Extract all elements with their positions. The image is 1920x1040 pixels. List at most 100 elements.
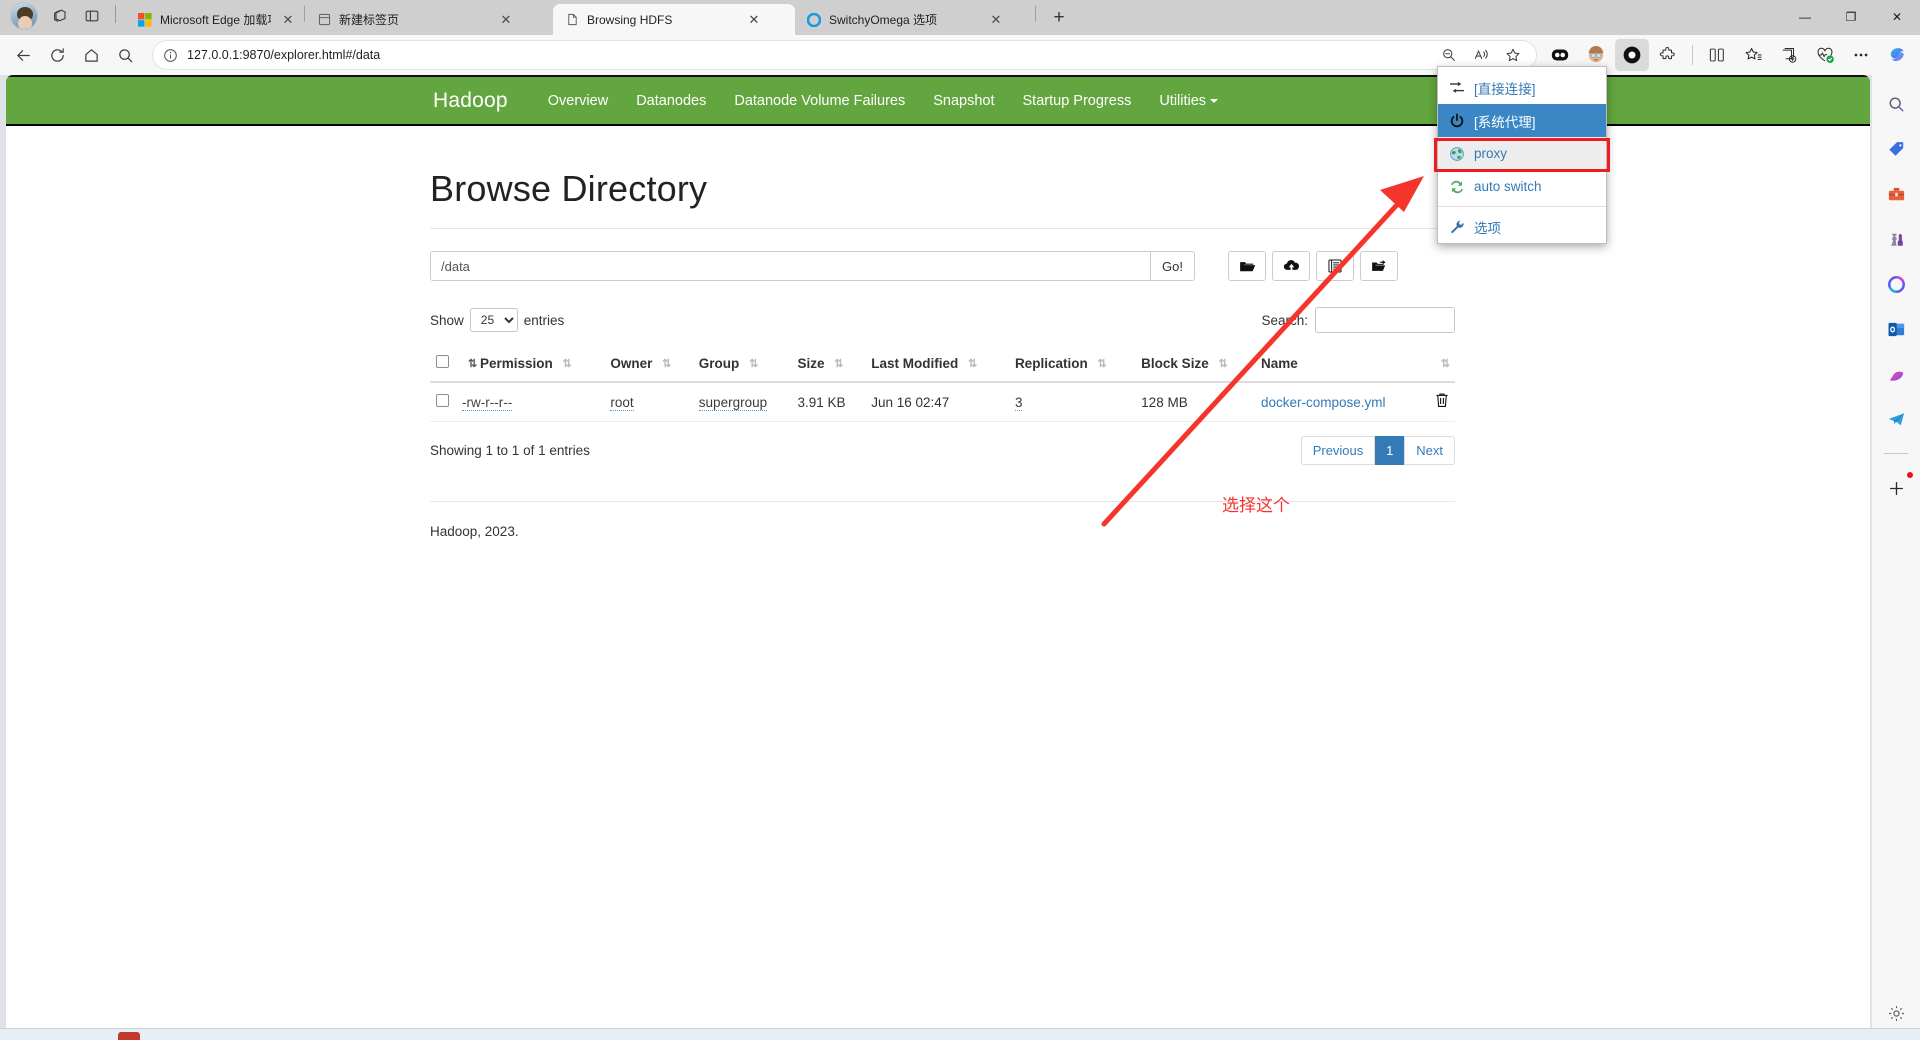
back-arrow-icon[interactable] xyxy=(6,39,40,71)
search-control: Search: xyxy=(1261,307,1455,333)
file-name-link[interactable]: docker-compose.yml xyxy=(1261,395,1386,410)
column-block-size-label: Block Size xyxy=(1141,356,1209,371)
tab-close-icon[interactable]: ✕ xyxy=(278,10,298,30)
create-directory-button[interactable] xyxy=(1228,251,1266,281)
search-input[interactable] xyxy=(1315,307,1455,333)
sort-icon[interactable]: ⇅ xyxy=(1441,357,1450,370)
tab-close-icon[interactable]: ✕ xyxy=(986,10,1006,30)
menu-item-proxy[interactable]: proxy xyxy=(1438,137,1606,170)
zoom-out-icon[interactable] xyxy=(1434,42,1464,68)
owner-value[interactable]: root xyxy=(610,394,634,411)
trash-icon[interactable] xyxy=(1435,393,1449,412)
search-icon[interactable] xyxy=(108,39,142,71)
browser-essentials-icon[interactable] xyxy=(1808,39,1842,71)
switchyomega-toolbar-icon[interactable] xyxy=(1615,39,1649,71)
next-page-button[interactable]: Next xyxy=(1404,436,1455,465)
sort-icon[interactable]: ⇅ xyxy=(468,357,477,370)
menu-item-system-proxy[interactable]: [系统代理] xyxy=(1438,104,1606,137)
games-icon[interactable] xyxy=(1881,224,1911,254)
tab-copilot-icon[interactable] xyxy=(45,2,75,30)
replication-value[interactable]: 3 xyxy=(1014,394,1023,411)
select-all-checkbox[interactable] xyxy=(436,355,449,368)
copilot-icon[interactable] xyxy=(1880,39,1914,71)
url-text: 127.0.0.1:9870/explorer.html#/data xyxy=(187,48,381,62)
nav-link-snapshot[interactable]: Snapshot xyxy=(919,93,1008,109)
new-tab-page-icon xyxy=(316,12,332,28)
read-aloud-icon[interactable] xyxy=(1466,42,1496,68)
outlook-icon[interactable] xyxy=(1881,314,1911,344)
browser-tab[interactable]: 新建标签页 ✕ xyxy=(305,4,553,35)
profile-avatar[interactable] xyxy=(10,2,38,30)
nav-link-startup-progress[interactable]: Startup Progress xyxy=(1009,93,1146,109)
column-replication[interactable]: Replication ⇅ xyxy=(1008,347,1136,383)
close-button[interactable]: ✕ xyxy=(1874,0,1920,33)
sort-icon[interactable]: ⇅ xyxy=(968,357,977,370)
home-icon[interactable] xyxy=(74,39,108,71)
menu-item-direct-connection[interactable]: [直接连接] xyxy=(1438,71,1606,104)
snapshot-button[interactable] xyxy=(1316,251,1354,281)
new-tab-button[interactable]: + xyxy=(1044,4,1074,32)
sort-icon[interactable]: ⇅ xyxy=(749,357,758,370)
table-row[interactable]: -rw-r--r-- root supergroup 3.91 KB Jun 1… xyxy=(430,382,1455,422)
column-owner[interactable]: Owner ⇅ xyxy=(604,347,693,383)
tab-close-icon[interactable]: ✕ xyxy=(744,10,764,30)
column-group[interactable]: Group ⇅ xyxy=(692,347,792,383)
address-bar[interactable]: 127.0.0.1:9870/explorer.html#/data xyxy=(152,40,1537,70)
sort-icon[interactable]: ⇅ xyxy=(1218,357,1227,370)
favorites-icon[interactable] xyxy=(1736,39,1770,71)
menu-item-label: 选项 xyxy=(1474,220,1501,236)
settings-more-icon[interactable] xyxy=(1844,39,1878,71)
sort-icon[interactable]: ⇅ xyxy=(662,357,671,370)
refresh-icon[interactable] xyxy=(40,39,74,71)
split-screen-icon[interactable] xyxy=(1700,39,1734,71)
search-icon[interactable] xyxy=(1881,89,1911,119)
tab-close-icon[interactable]: ✕ xyxy=(496,10,516,30)
hadoop-brand[interactable]: Hadoop xyxy=(433,89,508,113)
microsoft-365-icon[interactable] xyxy=(1881,269,1911,299)
page-1-button[interactable]: 1 xyxy=(1375,436,1405,465)
telegram-icon[interactable] xyxy=(1881,404,1911,434)
column-permission[interactable]: ⇅ Permission ⇅ xyxy=(456,347,605,383)
group-value[interactable]: supergroup xyxy=(698,394,768,411)
shopping-tag-icon[interactable] xyxy=(1881,134,1911,164)
tools-briefcase-icon[interactable] xyxy=(1881,179,1911,209)
go-button[interactable]: Go! xyxy=(1150,251,1195,281)
nav-link-overview[interactable]: Overview xyxy=(534,93,622,109)
column-name[interactable]: Name xyxy=(1254,347,1423,383)
browser-tab[interactable]: SwitchyOmega 选项 ✕ xyxy=(795,4,1035,35)
designer-icon[interactable] xyxy=(1881,359,1911,389)
sort-icon[interactable]: ⇅ xyxy=(834,357,843,370)
nav-link-datanode-volume-failures[interactable]: Datanode Volume Failures xyxy=(720,93,919,109)
maximize-button[interactable]: ❐ xyxy=(1828,0,1874,33)
sort-icon[interactable]: ⇅ xyxy=(563,357,572,370)
column-block-size[interactable]: Block Size ⇅ xyxy=(1135,347,1255,383)
cut-paste-button[interactable] xyxy=(1360,251,1398,281)
browser-tab[interactable]: Microsoft Edge 加载项 - Switchy ✕ xyxy=(126,4,304,35)
sort-icon[interactable]: ⇅ xyxy=(1097,357,1106,370)
sidebar-add-button[interactable] xyxy=(1881,472,1913,503)
nav-link-datanodes[interactable]: Datanodes xyxy=(622,93,720,109)
upload-files-button[interactable] xyxy=(1272,251,1310,281)
entries-per-page-select[interactable]: 25 50 100 xyxy=(469,308,518,332)
column-size[interactable]: Size ⇅ xyxy=(791,347,866,383)
extensions-puzzle-icon[interactable] xyxy=(1651,39,1685,71)
menu-item-auto-switch[interactable]: auto switch xyxy=(1438,170,1606,203)
nav-link-utilities[interactable]: Utilities xyxy=(1145,93,1232,109)
switchyomega-icon xyxy=(806,12,822,28)
permission-value[interactable]: -rw-r--r-- xyxy=(462,394,513,411)
directory-path-input[interactable] xyxy=(430,251,1151,281)
menu-item-options[interactable]: 选项 xyxy=(1438,210,1606,243)
direct-connection-icon xyxy=(1448,79,1465,96)
previous-page-button[interactable]: Previous xyxy=(1300,436,1376,465)
row-checkbox[interactable] xyxy=(436,394,449,407)
cell-group: supergroup xyxy=(692,382,792,422)
minimize-button[interactable]: — xyxy=(1782,0,1828,33)
tab-title: Microsoft Edge 加载项 - Switchy xyxy=(160,13,271,27)
column-last-modified[interactable]: Last Modified ⇅ xyxy=(865,347,1009,383)
browser-tab-active[interactable]: Browsing HDFS ✕ xyxy=(553,4,795,35)
tab-layout-icon[interactable] xyxy=(77,2,107,30)
sidebar-settings-icon[interactable] xyxy=(1881,998,1911,1028)
star-icon[interactable] xyxy=(1498,42,1528,68)
collections-icon[interactable] xyxy=(1772,39,1806,71)
info-circle-icon[interactable] xyxy=(163,48,178,63)
